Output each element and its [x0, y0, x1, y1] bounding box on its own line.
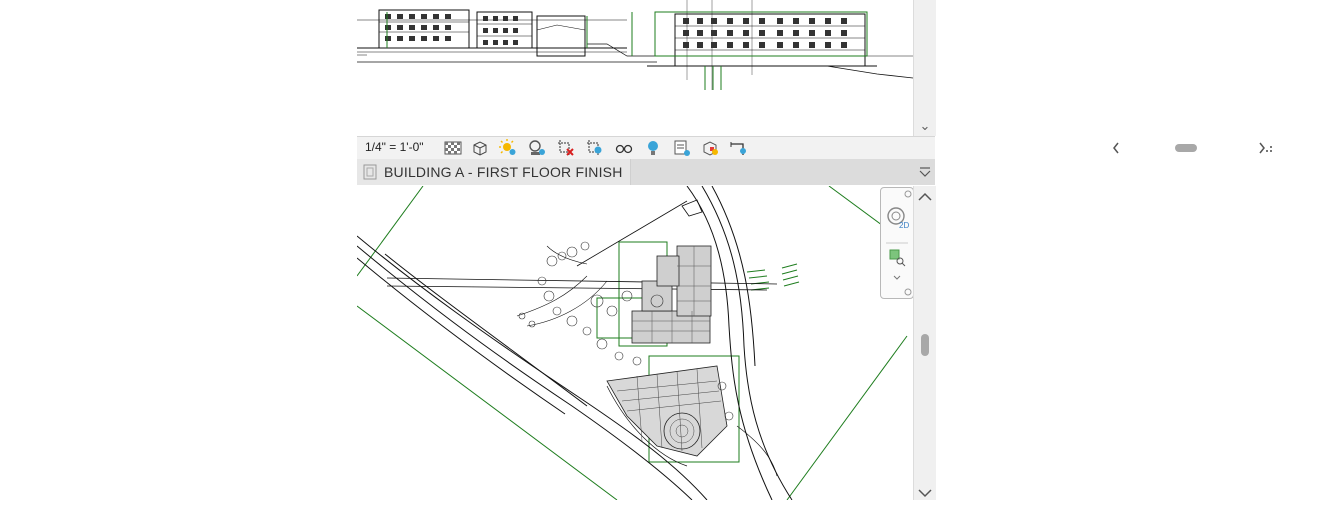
reveal-hidden-icon[interactable]: [644, 139, 662, 157]
view-title: BUILDING A - FIRST FLOOR FINISH: [384, 164, 623, 180]
view-control-bar: 1/4" = 1'-0": [357, 136, 1272, 160]
floor-plan-view-icon: [363, 164, 377, 180]
wheel-2d-label: 2D: [899, 221, 909, 230]
plan-scroll-thumb: [921, 334, 929, 356]
detail-level-icon[interactable]: [444, 139, 462, 157]
sun-path-icon[interactable]: [499, 139, 517, 157]
scroll-left-icon: [1113, 142, 1119, 154]
crop-view-icon[interactable]: [557, 139, 575, 157]
elevation-drawing: [357, 0, 913, 90]
zoom-menu-chevron-icon: [893, 275, 901, 280]
site-plan-drawing: [357, 186, 913, 500]
scroll-down-icon[interactable]: ⌄: [914, 118, 936, 134]
navigation-bar: 2D: [880, 187, 914, 299]
shadows-icon[interactable]: [528, 139, 546, 157]
view-horizontal-scrollbar[interactable]: [1110, 139, 1273, 157]
scroll-thumb: [1175, 144, 1197, 152]
elevation-view-canvas[interactable]: [357, 0, 913, 136]
temporary-properties-icon[interactable]: [673, 139, 691, 157]
scroll-right-icon: [1259, 142, 1265, 154]
view-scale-button[interactable]: 1/4" = 1'-0": [365, 140, 424, 154]
temporary-hide-icon[interactable]: [615, 139, 633, 157]
scroll-down-icon: [918, 489, 932, 498]
nav-bar-options-icon: [904, 288, 912, 296]
show-crop-region-icon[interactable]: [586, 139, 604, 157]
view-tab-building-a-first-floor-finish[interactable]: BUILDING A - FIRST FLOOR FINISH: [357, 159, 631, 185]
zoom-region-icon[interactable]: [889, 249, 906, 267]
scroll-up-icon: [918, 192, 932, 201]
floor-plan-view-canvas[interactable]: [357, 186, 913, 500]
worksharing-display-icon[interactable]: [701, 139, 719, 157]
close-nav-bar-icon: [904, 190, 912, 198]
analytical-model-icon[interactable]: [729, 139, 747, 157]
view-title-bar: BUILDING A - FIRST FLOOR FINISH: [357, 159, 935, 185]
view-menu-icon[interactable]: [919, 166, 931, 178]
visual-style-icon[interactable]: [471, 139, 489, 157]
elevation-vertical-scrollbar[interactable]: ⌄: [913, 0, 936, 136]
plan-vertical-scrollbar[interactable]: [913, 186, 936, 500]
